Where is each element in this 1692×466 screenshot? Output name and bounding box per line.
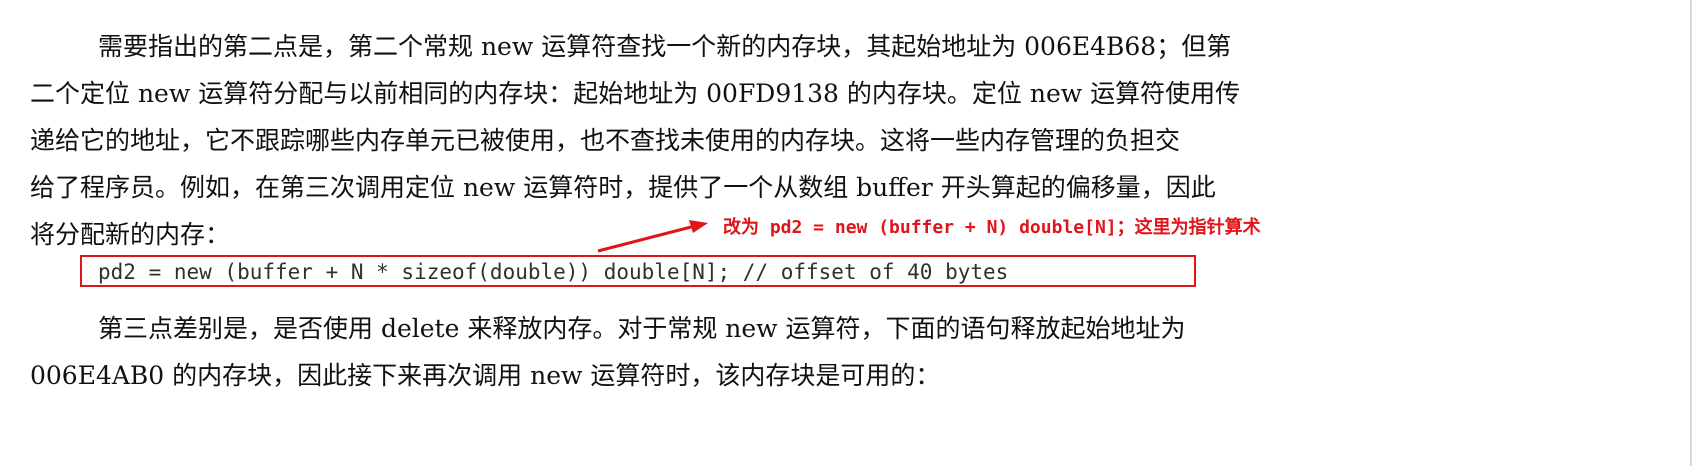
handwritten-correction-note: 改为 pd2 = new (buffer + N) double[N]；这里为指… — [723, 217, 1261, 238]
document-page: 需要指出的第二点是，第二个常规 new 运算符查找一个新的内存块，其起始地址为 … — [0, 0, 1692, 466]
paragraph-1-line-5: 将分配新的内存： — [30, 220, 231, 249]
paragraph-1-line-4: 给了程序员。例如，在第三次调用定位 new 运算符时，提供了一个从数组 buff… — [30, 173, 1216, 202]
paragraph-2-line-2: 006E4AB0 的内存块，因此接下来再次调用 new 运算符时，该内存块是可用… — [30, 361, 941, 390]
paragraph-2-line-1: 第三点差别是，是否使用 delete 来释放内存。对于常规 new 运算符，下面… — [98, 314, 1186, 343]
paragraph-1-line-1: 需要指出的第二点是，第二个常规 new 运算符查找一个新的内存块，其起始地址为 … — [98, 32, 1232, 61]
paragraph-1-line-2: 二个定位 new 运算符分配与以前相同的内存块：起始地址为 00FD9138 的… — [30, 79, 1241, 108]
paragraph-1-line-3: 递给它的地址，它不跟踪哪些内存单元已被使用，也不查找未使用的内存块。这将一些内存… — [30, 126, 1181, 155]
code-line: pd2 = new (buffer + N * sizeof(double)) … — [98, 260, 1009, 284]
code-highlight-box: pd2 = new (buffer + N * sizeof(double)) … — [80, 255, 1196, 287]
